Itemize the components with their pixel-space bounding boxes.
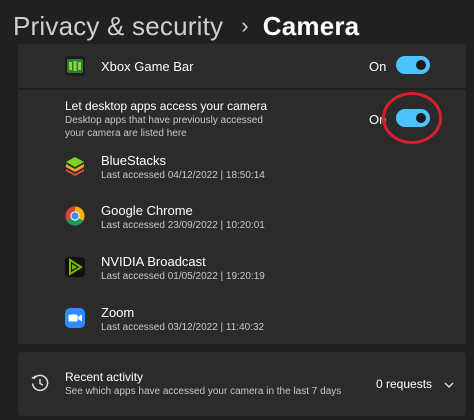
page-title: Camera xyxy=(262,10,360,41)
desktop-apps-title: Let desktop apps access your camera xyxy=(65,99,268,113)
xbox-game-bar-name: Xbox Game Bar xyxy=(101,59,194,74)
list-item: BlueStacks Last accessed 04/12/2022 | 18… xyxy=(18,150,466,190)
bluestacks-icon xyxy=(65,156,85,176)
app-last-accessed: Last accessed 23/09/2022 | 10:20:01 xyxy=(101,220,265,231)
desktop-apps-description-1: Desktop apps that have previously access… xyxy=(65,115,263,126)
nvidia-broadcast-icon xyxy=(65,257,85,277)
recent-activity-count: 0 requests xyxy=(376,377,433,391)
chevron-down-icon[interactable] xyxy=(443,378,455,390)
breadcrumb-separator: › xyxy=(241,13,249,38)
recent-activity-title: Recent activity xyxy=(65,370,144,384)
app-name-nvidia-broadcast: NVIDIA Broadcast xyxy=(101,254,206,269)
xbox-game-bar-toggle[interactable] xyxy=(396,56,430,74)
xbox-game-bar-row: Xbox Game Bar On xyxy=(18,44,466,88)
xbox-toggle-state: On xyxy=(369,59,387,74)
recent-activity-row[interactable]: Recent activity See which apps have acce… xyxy=(18,352,466,416)
xbox-game-bar-icon xyxy=(65,56,85,76)
toggle-knob xyxy=(416,60,426,70)
list-item: NVIDIA Broadcast Last accessed 01/05/202… xyxy=(18,253,466,293)
app-last-accessed: Last accessed 04/12/2022 | 18:50:14 xyxy=(101,170,265,181)
list-item: Zoom Last accessed 03/12/2022 | 11:40:32 xyxy=(18,304,466,344)
app-name-google-chrome: Google Chrome xyxy=(101,203,193,218)
history-icon xyxy=(30,373,50,393)
list-item: Google Chrome Last accessed 23/09/2022 |… xyxy=(18,202,466,242)
breadcrumb-privacy-security[interactable]: Privacy & security xyxy=(13,11,223,42)
app-name-bluestacks: BlueStacks xyxy=(101,153,167,168)
chrome-icon xyxy=(65,206,85,226)
app-name-zoom: Zoom xyxy=(101,305,135,320)
recent-activity-description: See which apps have accessed your camera… xyxy=(65,386,342,397)
app-last-accessed: Last accessed 01/05/2022 | 19:20:19 xyxy=(101,271,265,282)
zoom-icon xyxy=(65,308,85,328)
desktop-apps-description-2: your camera are listed here xyxy=(65,128,187,139)
annotation-circle xyxy=(382,92,442,144)
app-last-accessed: Last accessed 03/12/2022 | 11:40:32 xyxy=(101,322,265,333)
